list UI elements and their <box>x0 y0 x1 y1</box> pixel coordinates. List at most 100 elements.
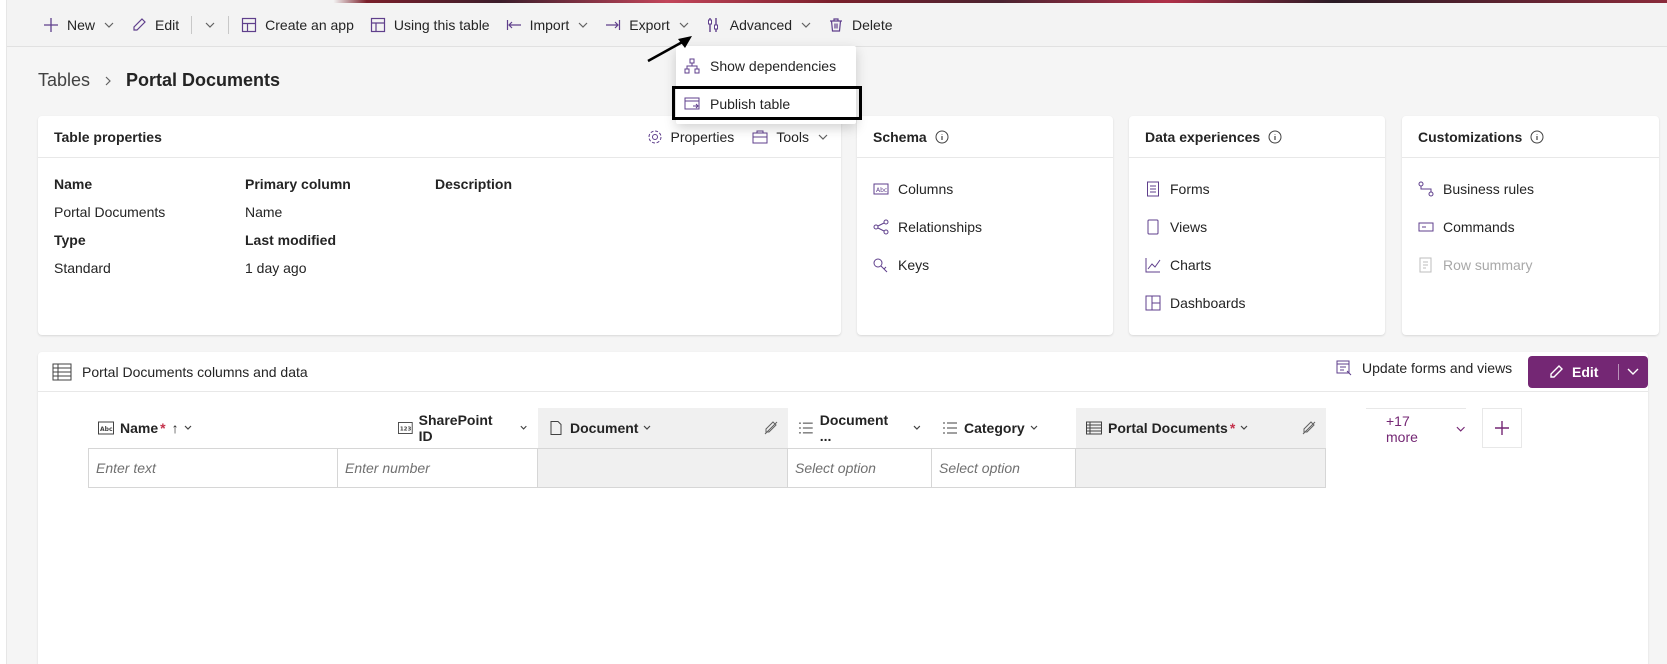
data-experiences-title: Data experiences <box>1145 128 1261 145</box>
new-row-name-input[interactable]: Enter text <box>88 448 338 488</box>
forms-link[interactable]: Forms <box>1145 181 1210 197</box>
breadcrumb-tables-link[interactable]: Tables <box>38 70 90 91</box>
properties-button[interactable]: Properties <box>647 129 734 145</box>
schema-card: Schema Abc Columns Relationships Keys <box>857 116 1113 335</box>
pencil-icon <box>133 17 146 31</box>
advanced-button[interactable]: Advanced <box>698 9 820 41</box>
column-header-sharepoint-id[interactable]: 123 SharePoint ID <box>338 408 538 448</box>
relationships-link[interactable]: Relationships <box>873 219 982 235</box>
edit-disabled-icon <box>764 421 778 435</box>
views-link[interactable]: Views <box>1145 219 1207 235</box>
using-table-button[interactable]: Using this table <box>362 9 498 41</box>
chevron-down-icon <box>644 425 651 430</box>
add-column-button[interactable] <box>1482 408 1522 448</box>
name-label: Name <box>54 176 93 192</box>
column-header-name[interactable]: Abc Name * ↑ <box>88 408 338 448</box>
edit-primary-label: Edit <box>1572 364 1599 380</box>
sort-ascending-icon: ↑ <box>171 420 179 436</box>
publish-table-item[interactable]: Publish table <box>676 86 856 122</box>
column-header-name-label: Name <box>120 420 159 436</box>
more-columns-button[interactable]: +17 more <box>1366 408 1466 448</box>
columns-link[interactable]: Abc Columns <box>873 181 953 197</box>
info-icon[interactable] <box>1530 130 1544 144</box>
delete-label: Delete <box>852 16 893 33</box>
commands-link[interactable]: Commands <box>1418 219 1515 235</box>
type-value: Standard <box>54 260 111 276</box>
chevron-down-icon <box>801 22 811 28</box>
tools-button[interactable]: Tools <box>752 129 829 145</box>
key-icon <box>873 258 888 273</box>
new-row-category-select[interactable]: Select option <box>932 448 1076 488</box>
form-icon <box>1147 181 1159 197</box>
page-title: Portal Documents <box>126 70 281 90</box>
keys-link[interactable]: Keys <box>873 257 929 273</box>
chevron-down-icon <box>578 22 588 28</box>
form-sync-icon <box>1336 360 1352 376</box>
row-summary-link: Row summary <box>1418 257 1532 273</box>
relationships-label: Relationships <box>898 219 983 235</box>
business-rules-link[interactable]: Business rules <box>1418 181 1534 197</box>
show-dependencies-item[interactable]: Show dependencies <box>676 48 856 84</box>
pointer-arrow-annotation <box>647 36 692 63</box>
publish-table-label: Publish table <box>710 96 791 112</box>
customizations-card: Customizations Business rules Commands R… <box>1402 116 1659 335</box>
split-divider <box>1618 364 1619 380</box>
grid-column-portal-documents: Portal Documents * <box>1076 408 1326 488</box>
schema-header: Schema <box>857 116 1113 158</box>
column-header-category[interactable]: Category <box>932 408 1076 448</box>
type-label: Type <box>54 232 86 248</box>
chevron-down-icon <box>1030 425 1038 430</box>
new-row-sharepoint-id-input[interactable]: Enter number <box>338 448 538 488</box>
new-button[interactable]: New <box>35 9 123 41</box>
column-header-category-label: Category <box>964 420 1025 436</box>
edit-label: Edit <box>155 16 180 33</box>
dashboards-label: Dashboards <box>1170 295 1246 311</box>
charts-link[interactable]: Charts <box>1145 257 1211 273</box>
info-icon[interactable] <box>1268 130 1282 144</box>
toolbar-divider <box>228 15 230 34</box>
edit-button[interactable]: Edit <box>123 9 187 41</box>
export-icon <box>606 19 621 30</box>
edit-dropdown-button[interactable] <box>196 9 224 41</box>
import-label: Import <box>529 16 570 33</box>
delete-button[interactable]: Delete <box>820 9 900 41</box>
schema-title: Schema <box>873 128 927 145</box>
svg-text:Abc: Abc <box>100 426 113 433</box>
column-header-portal-documents[interactable]: Portal Documents * <box>1076 408 1326 448</box>
keys-label: Keys <box>898 257 930 273</box>
primary-column-value: Name <box>245 204 283 220</box>
chevron-down-icon <box>184 425 192 430</box>
required-asterisk: * <box>1229 420 1236 436</box>
create-app-button[interactable]: Create an app <box>233 9 362 41</box>
breadcrumb: Tables Portal Documents <box>38 70 280 91</box>
line-chart-icon <box>1145 258 1161 273</box>
plus-icon <box>1495 421 1509 435</box>
chevron-down-icon <box>104 22 114 28</box>
choice-column-icon <box>943 422 957 434</box>
commands-label: Commands <box>1443 219 1515 235</box>
forms-label: Forms <box>1170 181 1210 197</box>
text-column-icon: Abc <box>873 183 889 195</box>
columns-and-data-title: Portal Documents columns and data <box>82 363 308 380</box>
import-button[interactable]: Import <box>498 9 598 41</box>
chevron-down-icon[interactable] <box>1626 366 1640 378</box>
column-header-document[interactable]: Document <box>538 408 788 448</box>
update-forms-views-button[interactable]: Update forms and views <box>1336 360 1512 376</box>
column-header-document-type[interactable]: Document ... <box>788 408 932 448</box>
command-bar: New Edit Create an app Using this table … <box>7 3 1667 47</box>
column-header-document-label: Document <box>570 420 639 436</box>
new-row-document-type-select[interactable]: Select option <box>788 448 932 488</box>
svg-text:123: 123 <box>400 427 412 433</box>
tools-label: Tools <box>776 129 809 145</box>
text-column-icon: Abc <box>98 421 114 435</box>
edit-primary-button[interactable]: Edit <box>1528 356 1648 388</box>
plus-icon <box>44 17 58 32</box>
name-value: Portal Documents <box>54 204 166 220</box>
views-label: Views <box>1170 219 1208 235</box>
data-experiences-header: Data experiences <box>1129 116 1385 158</box>
dashboards-link[interactable]: Dashboards <box>1145 295 1246 311</box>
info-icon[interactable] <box>935 130 949 144</box>
row-summary-label: Row summary <box>1443 257 1533 273</box>
chevron-down-icon <box>913 425 921 430</box>
grid-column-category: Category Select option <box>932 408 1076 488</box>
